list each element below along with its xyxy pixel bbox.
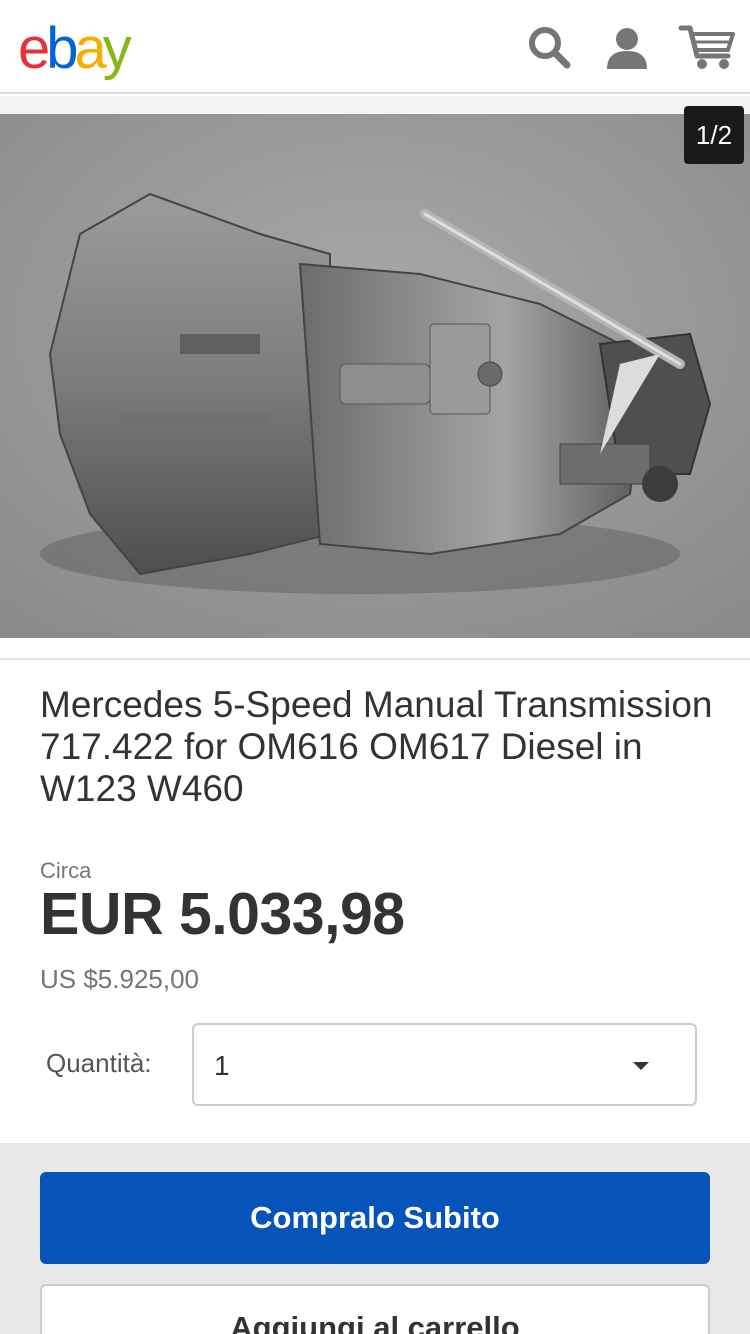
buy-now-button[interactable]: Compralo Subito: [40, 1172, 710, 1264]
item-price-usd: US $5.925,00: [40, 964, 200, 994]
user-icon[interactable]: [602, 22, 652, 72]
top-header: ebay: [0, 0, 750, 94]
cart-icon[interactable]: [678, 22, 738, 72]
transmission-photo: [0, 114, 750, 658]
ebay-logo[interactable]: ebay: [18, 14, 132, 84]
image-gallery[interactable]: 1/2: [0, 96, 750, 658]
logo-letter-b: b: [46, 16, 78, 81]
quantity-select[interactable]: 1: [192, 1023, 697, 1106]
chevron-down-icon: [633, 1062, 649, 1070]
logo-letter-y: y: [102, 16, 132, 81]
quantity-value: 1: [214, 1050, 230, 1081]
action-panel: Compralo Subito Aggiungi al carrello: [0, 1143, 750, 1334]
search-icon[interactable]: [524, 22, 574, 72]
add-to-cart-button[interactable]: Aggiungi al carrello: [40, 1284, 710, 1334]
item-title: Mercedes 5-Speed Manual Transmission 717…: [40, 684, 713, 809]
image-counter: 1/2: [684, 106, 744, 164]
quantity-label: Quantità:: [46, 1048, 152, 1078]
logo-letter-a: a: [74, 16, 107, 81]
logo-letter-e: e: [18, 16, 50, 81]
item-price: EUR 5.033,98: [40, 881, 405, 947]
divider: [0, 658, 750, 660]
